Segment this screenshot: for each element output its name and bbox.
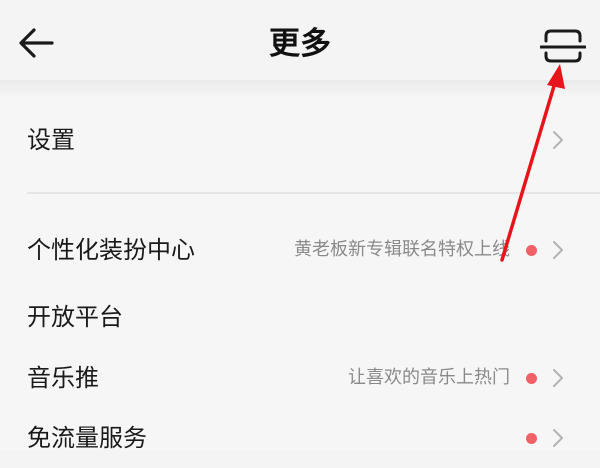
menu-item-open-platform[interactable]: 开放平台 xyxy=(0,287,600,347)
notification-dot xyxy=(526,433,537,444)
menu-item-personalization[interactable]: 个性化装扮中心 黄老板新专辑联名特权上线 xyxy=(0,220,600,280)
divider xyxy=(27,192,600,194)
top-bar: 更多 xyxy=(0,0,600,80)
menu-list: 设置 个性化装扮中心 黄老板新专辑联名特权上线 开放平台 音乐推 让喜欢的音乐上… xyxy=(0,80,600,452)
chevron-right-icon xyxy=(553,241,563,259)
menu-item-label: 开放平台 xyxy=(27,303,123,331)
menu-item-settings[interactable]: 设置 xyxy=(0,110,600,170)
notification-dot xyxy=(526,373,537,384)
chevron-right-icon xyxy=(553,369,563,387)
menu-item-music-promo[interactable]: 音乐推 让喜欢的音乐上热门 xyxy=(0,348,600,408)
scan-button[interactable] xyxy=(539,26,587,66)
notification-dot xyxy=(526,245,537,256)
menu-item-label: 个性化装扮中心 xyxy=(27,236,195,264)
menu-item-label: 音乐推 xyxy=(27,364,99,392)
chevron-right-icon xyxy=(553,429,563,447)
scan-icon xyxy=(539,29,587,63)
menu-item-label: 设置 xyxy=(27,126,75,154)
page-title: 更多 xyxy=(269,26,331,62)
menu-item-label: 免流量服务 xyxy=(27,424,147,452)
menu-item-subtitle: 黄老板新专辑联名特权上线 xyxy=(294,239,510,260)
chevron-right-icon xyxy=(553,131,563,149)
menu-item-free-data[interactable]: 免流量服务 xyxy=(0,408,600,468)
menu-item-subtitle: 让喜欢的音乐上热门 xyxy=(348,367,510,388)
